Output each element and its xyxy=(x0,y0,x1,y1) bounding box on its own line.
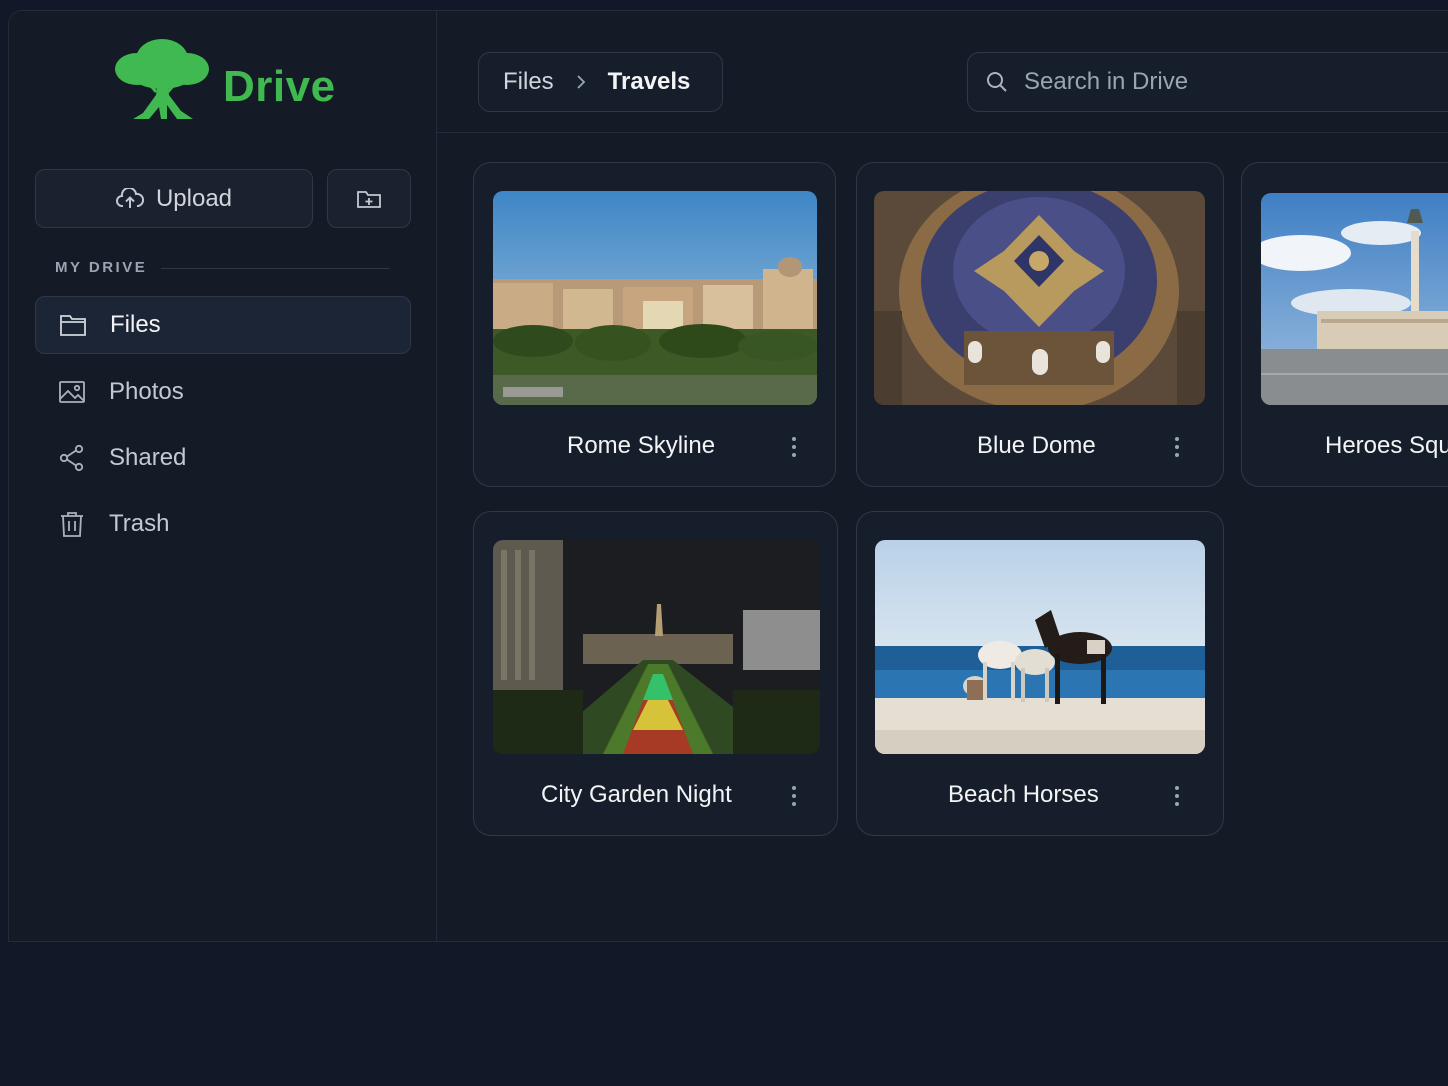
app-name: Drive xyxy=(223,62,336,111)
file-thumbnail[interactable] xyxy=(493,540,820,754)
chevron-right-icon xyxy=(576,74,586,90)
city-skyline-image xyxy=(493,191,817,405)
ornate-dome-image xyxy=(874,191,1205,405)
folder-icon xyxy=(60,315,86,336)
file-thumbnail[interactable] xyxy=(1261,193,1448,405)
share-icon xyxy=(59,444,84,472)
search-icon xyxy=(987,72,1007,92)
file-card[interactable]: Beach Horses xyxy=(856,511,1224,836)
sidebar-item-label: Photos xyxy=(109,378,184,405)
file-name[interactable]: Rome Skyline xyxy=(567,432,715,460)
upload-button[interactable]: Upload xyxy=(35,169,313,228)
logo[interactable]: Drive xyxy=(109,35,336,125)
drive-app: Drive Upload MY DRIVE Files Photos Share… xyxy=(8,10,1448,942)
more-options-icon[interactable] xyxy=(784,432,804,462)
trash-icon xyxy=(61,512,83,537)
breadcrumb-item-current[interactable]: Travels xyxy=(608,68,691,96)
section-label-my-drive: MY DRIVE xyxy=(55,259,148,276)
file-name[interactable]: City Garden Night xyxy=(541,781,732,809)
file-thumbnail[interactable] xyxy=(874,191,1205,405)
file-card[interactable]: Heroes Squ xyxy=(1241,162,1448,487)
cloud-upload-icon xyxy=(116,187,144,208)
sidebar-item-label: Trash xyxy=(109,510,170,537)
topbar: Files Travels xyxy=(437,11,1448,133)
sidebar-item-label: Shared xyxy=(109,444,187,471)
sidebar-item-photos[interactable]: Photos xyxy=(35,363,411,421)
sidebar-item-files[interactable]: Files xyxy=(35,296,411,354)
search-input[interactable] xyxy=(1024,68,1404,96)
breadcrumb: Files Travels xyxy=(478,52,723,112)
file-thumbnail[interactable] xyxy=(493,191,817,405)
tree-logo-icon xyxy=(115,39,209,119)
sidebar-item-label: Files xyxy=(110,311,161,338)
upload-label: Upload xyxy=(155,184,233,212)
file-name[interactable]: Heroes Squ xyxy=(1325,432,1448,460)
file-name[interactable]: Blue Dome xyxy=(977,432,1096,460)
more-options-icon[interactable] xyxy=(1167,432,1187,462)
sidebar-item-trash[interactable]: Trash xyxy=(35,495,411,553)
file-card[interactable]: Blue Dome xyxy=(856,162,1224,487)
search-box[interactable] xyxy=(967,52,1448,112)
file-name[interactable]: Beach Horses xyxy=(948,781,1099,809)
more-options-icon[interactable] xyxy=(1167,781,1187,811)
more-options-icon[interactable] xyxy=(784,781,804,811)
file-card[interactable]: Rome Skyline xyxy=(473,162,836,487)
sidebar-item-shared[interactable]: Shared xyxy=(35,429,411,487)
file-thumbnail[interactable] xyxy=(875,540,1205,754)
breadcrumb-item-files[interactable]: Files xyxy=(503,68,554,96)
night-garden-image xyxy=(493,540,820,754)
folder-plus-icon xyxy=(357,190,381,208)
sidebar: Drive Upload MY DRIVE Files Photos Share… xyxy=(9,11,437,941)
new-folder-button[interactable] xyxy=(327,169,411,228)
monument-square-image xyxy=(1261,193,1448,405)
image-icon xyxy=(59,381,85,403)
horses-on-beach-image xyxy=(875,540,1205,754)
section-divider xyxy=(161,268,390,269)
file-card[interactable]: City Garden Night xyxy=(473,511,838,836)
